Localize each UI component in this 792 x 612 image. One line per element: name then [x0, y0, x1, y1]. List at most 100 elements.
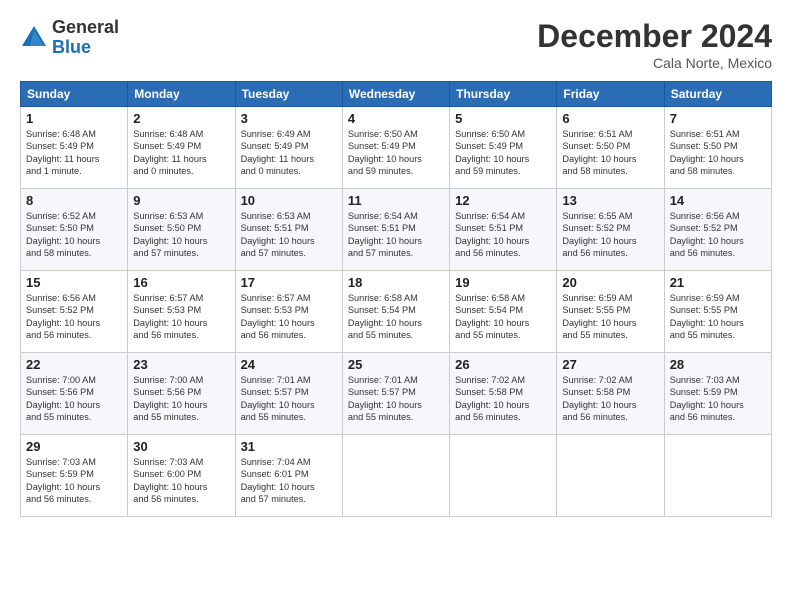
- col-tuesday: Tuesday: [235, 82, 342, 107]
- table-cell: 13 Sunrise: 6:55 AM Sunset: 5:52 PM Dayli…: [557, 189, 664, 271]
- day-number: 4: [348, 111, 444, 126]
- day-number: 6: [562, 111, 658, 126]
- col-wednesday: Wednesday: [342, 82, 449, 107]
- table-cell: 9Sunrise: 6:53 AM Sunset: 5:50 PM Daylig…: [128, 189, 235, 271]
- day-number: 3: [241, 111, 337, 126]
- day-info: Sunrise: 7:00 AM Sunset: 5:56 PM Dayligh…: [133, 374, 229, 424]
- table-cell: 16 Sunrise: 6:57 AM Sunset: 5:53 PM Dayli…: [128, 271, 235, 353]
- col-thursday: Thursday: [450, 82, 557, 107]
- day-number: 24: [241, 357, 337, 372]
- week-row-5: 29 Sunrise: 7:03 AM Sunset: 5:59 PM Dayli…: [21, 435, 772, 517]
- week-row-2: 8Sunrise: 6:52 AM Sunset: 5:50 PM Daylig…: [21, 189, 772, 271]
- day-info: Sunrise: 6:59 AM Sunset: 5:55 PM Dayligh…: [562, 292, 658, 342]
- table-cell: [557, 435, 664, 517]
- day-number: 23: [133, 357, 229, 372]
- table-cell: 11Sunrise: 6:54 AM Sunset: 5:51 PM Dayli…: [342, 189, 449, 271]
- day-number: 8: [26, 193, 122, 208]
- table-cell: 31 Sunrise: 7:04 AM Sunset: 6:01 PM Dayli…: [235, 435, 342, 517]
- table-cell: 23 Sunrise: 7:00 AM Sunset: 5:56 PM Dayli…: [128, 353, 235, 435]
- table-cell: 10 Sunrise: 6:53 AM Sunset: 5:51 PM Dayli…: [235, 189, 342, 271]
- table-cell: 28 Sunrise: 7:03 AM Sunset: 5:59 PM Dayli…: [664, 353, 771, 435]
- logo-icon: [20, 24, 48, 52]
- table-cell: 7Sunrise: 6:51 AM Sunset: 5:50 PM Daylig…: [664, 107, 771, 189]
- day-number: 31: [241, 439, 337, 454]
- day-info: Sunrise: 6:58 AM Sunset: 5:54 PM Dayligh…: [455, 292, 551, 342]
- week-row-3: 15 Sunrise: 6:56 AM Sunset: 5:52 PM Dayli…: [21, 271, 772, 353]
- day-number: 13: [562, 193, 658, 208]
- table-cell: 22Sunrise: 7:00 AM Sunset: 5:56 PM Dayli…: [21, 353, 128, 435]
- day-info: Sunrise: 7:04 AM Sunset: 6:01 PM Dayligh…: [241, 456, 337, 506]
- table-cell: 6Sunrise: 6:51 AM Sunset: 5:50 PM Daylig…: [557, 107, 664, 189]
- col-saturday: Saturday: [664, 82, 771, 107]
- table-cell: 25Sunrise: 7:01 AM Sunset: 5:57 PM Dayli…: [342, 353, 449, 435]
- day-number: 10: [241, 193, 337, 208]
- day-info: Sunrise: 7:03 AM Sunset: 5:59 PM Dayligh…: [670, 374, 766, 424]
- header: General Blue December 2024 Cala Norte, M…: [20, 18, 772, 71]
- day-info: Sunrise: 7:02 AM Sunset: 5:58 PM Dayligh…: [455, 374, 551, 424]
- table-cell: 18Sunrise: 6:58 AM Sunset: 5:54 PM Dayli…: [342, 271, 449, 353]
- day-info: Sunrise: 6:48 AM Sunset: 5:49 PM Dayligh…: [133, 128, 229, 178]
- table-cell: 21Sunrise: 6:59 AM Sunset: 5:55 PM Dayli…: [664, 271, 771, 353]
- location: Cala Norte, Mexico: [537, 55, 772, 71]
- day-number: 15: [26, 275, 122, 290]
- page-container: General Blue December 2024 Cala Norte, M…: [0, 0, 792, 612]
- day-number: 5: [455, 111, 551, 126]
- table-cell: 30Sunrise: 7:03 AM Sunset: 6:00 PM Dayli…: [128, 435, 235, 517]
- day-info: Sunrise: 6:48 AM Sunset: 5:49 PM Dayligh…: [26, 128, 122, 178]
- day-info: Sunrise: 6:57 AM Sunset: 5:53 PM Dayligh…: [241, 292, 337, 342]
- table-cell: 3 Sunrise: 6:49 AM Sunset: 5:49 PM Daylig…: [235, 107, 342, 189]
- day-number: 14: [670, 193, 766, 208]
- day-info: Sunrise: 6:56 AM Sunset: 5:52 PM Dayligh…: [26, 292, 122, 342]
- logo-text: General Blue: [52, 18, 119, 58]
- day-info: Sunrise: 7:03 AM Sunset: 5:59 PM Dayligh…: [26, 456, 122, 506]
- day-number: 26: [455, 357, 551, 372]
- table-cell: [450, 435, 557, 517]
- table-cell: 19 Sunrise: 6:58 AM Sunset: 5:54 PM Dayli…: [450, 271, 557, 353]
- calendar-header-row: Sunday Monday Tuesday Wednesday Thursday…: [21, 82, 772, 107]
- day-number: 21: [670, 275, 766, 290]
- day-number: 28: [670, 357, 766, 372]
- week-row-4: 22 Sunrise: 7:00 AM Sunset: 5:56 PM Dayli…: [21, 353, 772, 435]
- day-info: Sunrise: 6:54 AM Sunset: 5:51 PM Dayligh…: [455, 210, 551, 260]
- day-info: Sunrise: 6:53 AM Sunset: 5:51 PM Dayligh…: [241, 210, 337, 260]
- table-cell: 14 Sunrise: 6:56 AM Sunset: 5:52 PM Dayli…: [664, 189, 771, 271]
- day-number: 22: [26, 357, 122, 372]
- table-cell: 26 Sunrise: 7:02 AM Sunset: 5:58 PM Dayli…: [450, 353, 557, 435]
- logo-blue-text: Blue: [52, 38, 119, 58]
- day-info: Sunrise: 6:50 AM Sunset: 5:49 PM Dayligh…: [455, 128, 551, 178]
- title-section: December 2024 Cala Norte, Mexico: [537, 18, 772, 71]
- table-cell: 1 Sunrise: 6:48 AM Sunset: 5:49 PM Daylig…: [21, 107, 128, 189]
- day-info: Sunrise: 6:56 AM Sunset: 5:52 PM Dayligh…: [670, 210, 766, 260]
- day-number: 27: [562, 357, 658, 372]
- day-info: Sunrise: 6:57 AM Sunset: 5:53 PM Dayligh…: [133, 292, 229, 342]
- day-number: 25: [348, 357, 444, 372]
- day-info: Sunrise: 6:54 AM Sunset: 5:51 PM Dayligh…: [348, 210, 444, 260]
- table-cell: 8Sunrise: 6:52 AM Sunset: 5:50 PM Daylig…: [21, 189, 128, 271]
- day-info: Sunrise: 6:51 AM Sunset: 5:50 PM Dayligh…: [670, 128, 766, 178]
- table-cell: [342, 435, 449, 517]
- day-info: Sunrise: 6:58 AM Sunset: 5:54 PM Dayligh…: [348, 292, 444, 342]
- logo-general-text: General: [52, 18, 119, 38]
- day-number: 16: [133, 275, 229, 290]
- day-info: Sunrise: 6:55 AM Sunset: 5:52 PM Dayligh…: [562, 210, 658, 260]
- table-cell: 12Sunrise: 6:54 AM Sunset: 5:51 PM Dayli…: [450, 189, 557, 271]
- day-number: 29: [26, 439, 122, 454]
- calendar-table: Sunday Monday Tuesday Wednesday Thursday…: [20, 81, 772, 517]
- day-number: 20: [562, 275, 658, 290]
- col-sunday: Sunday: [21, 82, 128, 107]
- table-cell: 20 Sunrise: 6:59 AM Sunset: 5:55 PM Dayli…: [557, 271, 664, 353]
- logo: General Blue: [20, 18, 119, 58]
- day-info: Sunrise: 6:50 AM Sunset: 5:49 PM Dayligh…: [348, 128, 444, 178]
- day-number: 19: [455, 275, 551, 290]
- table-cell: 24Sunrise: 7:01 AM Sunset: 5:57 PM Dayli…: [235, 353, 342, 435]
- day-info: Sunrise: 7:02 AM Sunset: 5:58 PM Dayligh…: [562, 374, 658, 424]
- table-cell: 27 Sunrise: 7:02 AM Sunset: 5:58 PM Dayli…: [557, 353, 664, 435]
- day-number: 1: [26, 111, 122, 126]
- table-cell: 15 Sunrise: 6:56 AM Sunset: 5:52 PM Dayli…: [21, 271, 128, 353]
- table-cell: 2 Sunrise: 6:48 AM Sunset: 5:49 PM Daylig…: [128, 107, 235, 189]
- day-info: Sunrise: 6:49 AM Sunset: 5:49 PM Dayligh…: [241, 128, 337, 178]
- col-monday: Monday: [128, 82, 235, 107]
- day-number: 2: [133, 111, 229, 126]
- day-number: 9: [133, 193, 229, 208]
- month-title: December 2024: [537, 18, 772, 55]
